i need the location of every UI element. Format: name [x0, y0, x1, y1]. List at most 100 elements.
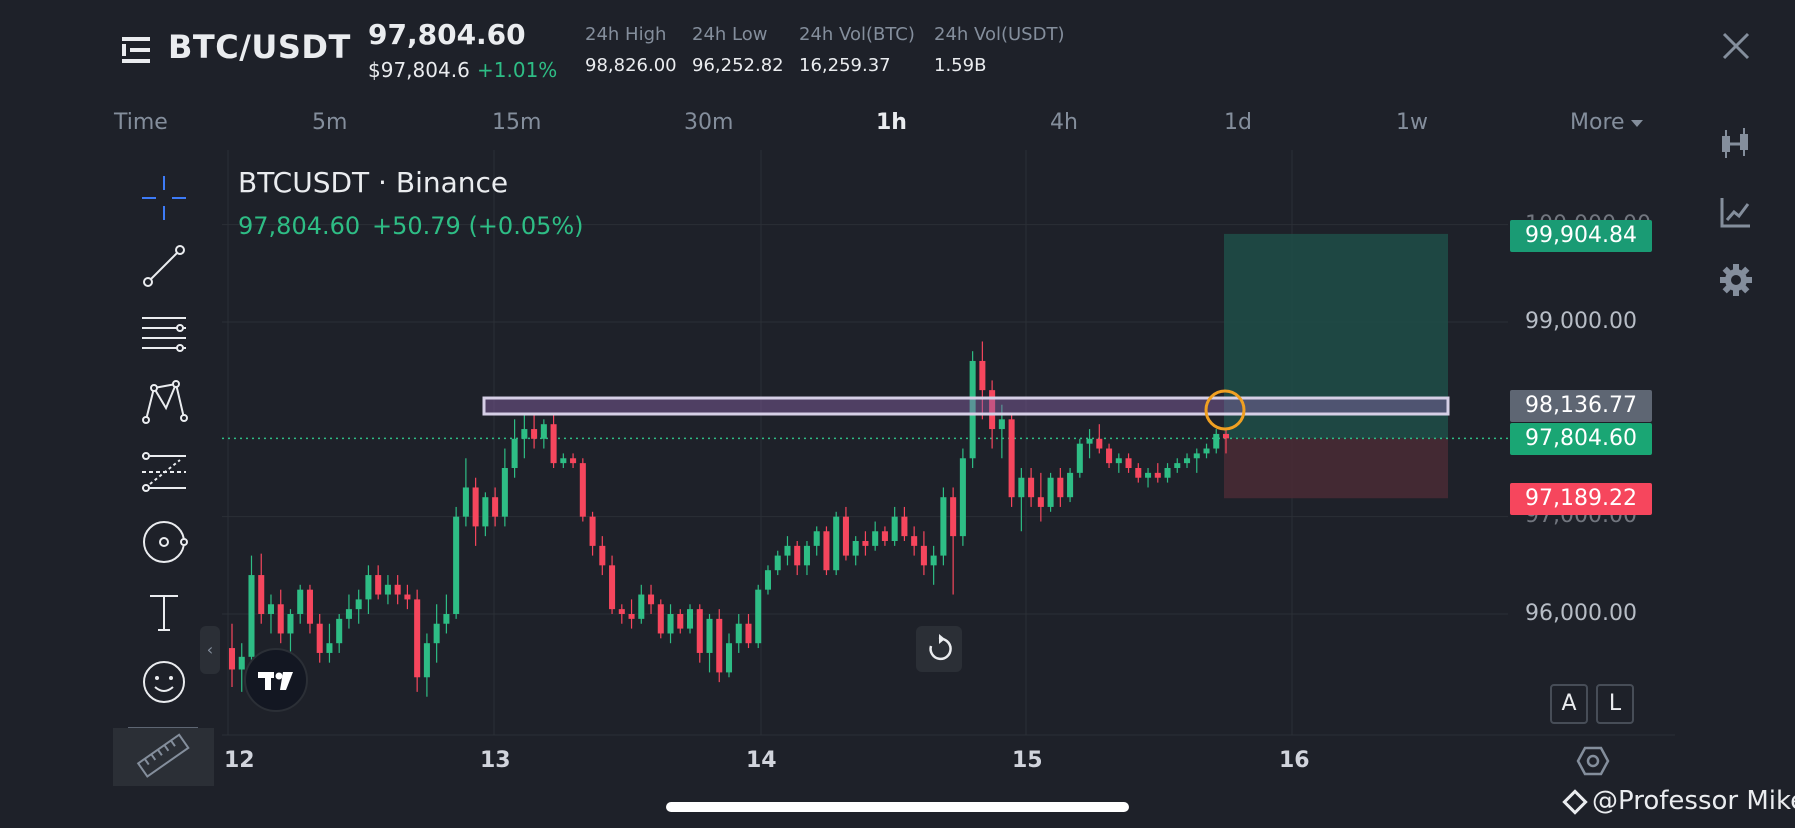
candle-body [1115, 458, 1122, 464]
candle-body [258, 575, 265, 614]
candle-body [531, 429, 538, 439]
fib-tool[interactable] [136, 444, 192, 500]
indicators-icon[interactable] [1718, 194, 1754, 230]
chart-change: +50.79 (+0.05%) [372, 212, 584, 240]
candle-body [1213, 433, 1220, 449]
candle-body [540, 424, 547, 439]
candle-body [930, 555, 937, 566]
chart-price: 97,804.60 [238, 212, 361, 240]
candle-body [911, 536, 918, 546]
candle-body [316, 623, 323, 653]
auto-scale-button[interactable]: A [1550, 684, 1588, 724]
candle-body [579, 463, 586, 517]
text-tool[interactable] [136, 584, 192, 640]
candle-body [1018, 477, 1025, 498]
candles-icon[interactable] [1718, 126, 1754, 162]
gear-icon[interactable] [1718, 262, 1754, 298]
candle-body [1057, 477, 1064, 498]
candle-body [238, 656, 245, 670]
alert-price-badge: 98,136.77 [1510, 390, 1652, 422]
circle-tool[interactable] [136, 514, 192, 570]
candle-body [1028, 477, 1035, 498]
trend-line-icon [143, 245, 185, 287]
date-label-15: 15 [1012, 748, 1043, 773]
candle-body [1135, 468, 1142, 478]
candle-body [1037, 497, 1044, 507]
candle-body [365, 575, 372, 600]
candle-body [560, 458, 567, 464]
candle-body [355, 599, 362, 610]
emoji-tool[interactable] [136, 654, 192, 710]
candle-body [618, 609, 625, 614]
trend-line-tool[interactable] [136, 238, 192, 294]
candle-body [1106, 448, 1113, 464]
candle-body [501, 468, 508, 517]
reset-chart-button[interactable] [916, 626, 962, 672]
resistance-highlight-box [482, 396, 1450, 416]
candle-body [842, 516, 849, 556]
candle-body [1096, 438, 1103, 449]
candle-body [764, 570, 772, 590]
target-price-badge: 99,904.84 [1510, 220, 1652, 252]
candle-body [1193, 453, 1200, 459]
stop-zone [1224, 438, 1448, 499]
tradingview-icon [258, 672, 293, 690]
candle-body [472, 487, 479, 527]
candle-body [228, 648, 236, 670]
candle-body [667, 614, 674, 634]
candle-body [443, 614, 450, 624]
candle-body [1183, 458, 1191, 464]
candle-body [384, 584, 391, 595]
candle-body [248, 575, 255, 657]
candle-body [823, 531, 830, 571]
candle-body [735, 623, 742, 644]
candle-body [1067, 472, 1074, 498]
horizontal-lines-tool[interactable] [136, 306, 192, 362]
candle-body [1203, 448, 1210, 454]
log-scale-button[interactable]: L [1596, 684, 1634, 724]
chevron-left-icon: ‹ [206, 640, 214, 659]
candle-body [950, 497, 957, 537]
candle-body [326, 643, 333, 653]
watermark-text: @Professor Mike [1592, 786, 1795, 816]
candle-body [1047, 477, 1054, 507]
candle-body [716, 618, 723, 673]
candle-body [813, 531, 820, 546]
binance-logo-icon [1562, 788, 1588, 815]
tradingview-logo [244, 648, 308, 712]
candle-body [609, 565, 616, 610]
crosshair-tool[interactable] [136, 170, 192, 226]
pattern-tool[interactable] [136, 374, 192, 430]
candle-body [1008, 419, 1015, 498]
candle-body [725, 643, 733, 673]
candle-body [462, 487, 469, 517]
candle-body [852, 541, 859, 556]
smiley-icon [143, 661, 185, 703]
candle-body [589, 516, 596, 546]
candle-body [394, 584, 401, 595]
candle-body [891, 516, 898, 541]
candle-body [979, 360, 986, 391]
stop-price-badge: 97,189.22 [1510, 483, 1652, 515]
chart-settings-icon[interactable] [1576, 744, 1610, 778]
candle-body [872, 531, 879, 546]
candle-body [803, 545, 810, 566]
candle-body [774, 555, 781, 571]
candle-body [287, 614, 294, 634]
last-price-badge: 97,804.60 [1510, 423, 1652, 455]
collapse-toolbar-button[interactable]: ‹ [200, 626, 220, 674]
candle-body [794, 545, 801, 566]
fib-retracement-icon [142, 452, 186, 492]
candle-body [599, 545, 606, 566]
ruler-icon [136, 733, 190, 778]
home-indicator[interactable] [666, 802, 1129, 812]
candle-body [1086, 438, 1093, 444]
candle-body [1174, 463, 1181, 468]
candle-body [453, 516, 460, 614]
candle-body [833, 516, 840, 571]
candle-body [940, 497, 947, 556]
candle-body [1125, 458, 1132, 468]
ruler-tool[interactable] [113, 728, 214, 786]
candle-body [657, 604, 664, 634]
candle-body [521, 429, 528, 439]
